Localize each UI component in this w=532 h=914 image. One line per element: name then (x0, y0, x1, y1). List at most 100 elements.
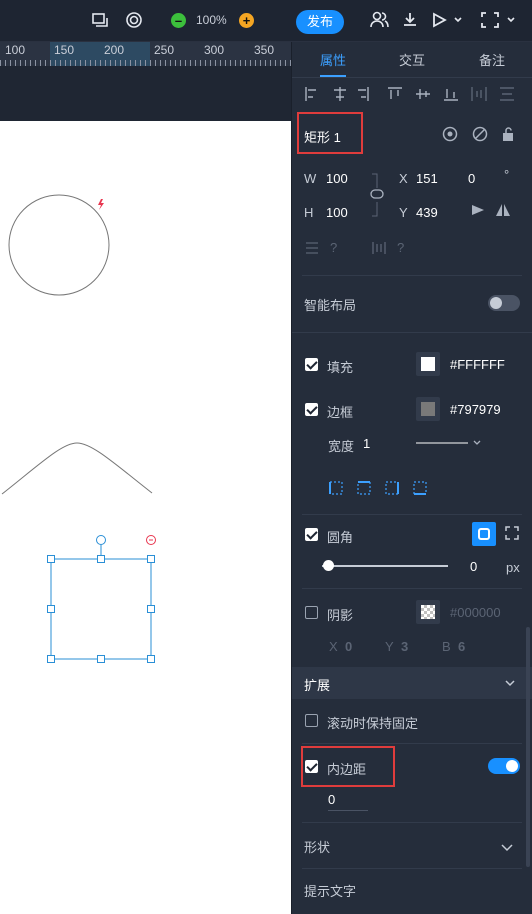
shadow-color-swatch[interactable] (416, 600, 440, 624)
fill-checkbox[interactable] (305, 358, 318, 371)
extend-section-header[interactable]: 扩展 (292, 667, 532, 699)
eye-icon[interactable] (442, 126, 458, 145)
ruler-label: 350 (254, 43, 275, 57)
extend-label: 扩展 (304, 678, 331, 693)
ruler-label: 200 (104, 43, 125, 57)
play-icon[interactable] (430, 10, 466, 30)
properties-panel: 属性 交互 备注 矩形 1 W 100 H 100 X 151 0 ° Y 43… (291, 42, 532, 914)
radius-input[interactable]: 0 (470, 559, 477, 574)
zoom-level: 100% (196, 13, 227, 27)
radius-checkbox[interactable] (305, 528, 318, 541)
divider (292, 332, 532, 333)
circle-shape[interactable] (8, 194, 110, 296)
horizontal-ruler: 100 150 200 250 300 350 (0, 42, 291, 66)
divider (302, 588, 522, 589)
users-icon[interactable] (370, 10, 390, 30)
lightning-icon (98, 199, 104, 210)
padding-checkbox[interactable] (305, 760, 318, 773)
uniform-radius-button[interactable] (472, 522, 496, 546)
tab-properties[interactable]: 属性 (303, 50, 363, 69)
chevron-down-icon[interactable] (504, 676, 516, 692)
shadow-label: 阴影 (327, 608, 354, 623)
scroll-fixed-checkbox[interactable] (305, 714, 318, 727)
fill-color-swatch[interactable] (416, 352, 440, 376)
padding-input-underline (328, 810, 368, 811)
tab-notes[interactable]: 备注 (462, 50, 522, 69)
shadow-y-input[interactable]: 3 (401, 639, 408, 654)
y-input[interactable]: 439 (416, 205, 438, 220)
fill-color-input[interactable]: #FFFFFF (450, 357, 505, 372)
download-icon[interactable] (400, 10, 420, 30)
padding-label: 内边距 (327, 762, 367, 777)
shape-label: 形状 (304, 840, 331, 855)
smart-layout-label: 智能布局 (304, 298, 357, 313)
disable-icon[interactable] (472, 126, 488, 145)
border-style-select[interactable] (416, 436, 486, 450)
divider (302, 868, 522, 869)
canvas-margin (0, 66, 291, 121)
h-label: H (304, 205, 314, 220)
x-input[interactable]: 151 (416, 171, 438, 186)
chevron-down-icon[interactable] (500, 840, 514, 856)
shadow-y-label: Y (385, 639, 394, 654)
border-color-swatch[interactable] (416, 397, 440, 421)
ruler-label: 250 (154, 43, 175, 57)
zoom-out-icon[interactable]: – (171, 13, 186, 28)
unlock-icon[interactable] (500, 126, 516, 145)
scroll-fixed-label: 滚动时保持固定 (327, 716, 419, 731)
x-label: X (399, 171, 408, 186)
tooltip-text-label: 提示文字 (304, 884, 357, 899)
border-width-input[interactable]: 1 (363, 436, 370, 451)
border-checkbox[interactable] (305, 403, 318, 416)
publish-button[interactable]: 发布 (296, 10, 344, 34)
width-input[interactable]: 100 (326, 171, 348, 186)
height-input[interactable]: 100 (326, 205, 348, 220)
rotation-input[interactable]: 0 (468, 171, 475, 186)
padding-input[interactable]: 0 (328, 792, 335, 807)
design-canvas[interactable] (0, 121, 291, 914)
element-name[interactable]: 矩形 1 (304, 127, 341, 146)
divider (302, 275, 522, 276)
distribute-icon (372, 241, 386, 257)
border-color-input[interactable]: #797979 (450, 402, 501, 417)
spacing-value[interactable]: ? (330, 240, 337, 255)
ruler-label: 300 (204, 43, 225, 57)
radius-slider-handle[interactable] (323, 560, 334, 571)
alignment-toolbar[interactable] (304, 86, 524, 102)
flip-horizontal-icon[interactable] (470, 202, 486, 221)
top-toolbar: – 100% + 发布 (0, 0, 532, 42)
curve-shape[interactable] (1, 442, 153, 495)
smart-layout-toggle[interactable] (488, 295, 520, 311)
selected-rectangle[interactable] (47, 535, 155, 663)
radius-label: 圆角 (327, 530, 354, 545)
w-label: W (304, 171, 317, 186)
individual-radius-icon[interactable] (505, 526, 519, 543)
ruler-label: 150 (54, 43, 75, 57)
divider (292, 77, 532, 78)
fullscreen-icon[interactable] (480, 10, 520, 30)
fill-label: 填充 (327, 360, 354, 375)
shadow-checkbox[interactable] (305, 606, 318, 619)
zoom-in-icon[interactable]: + (239, 13, 254, 28)
window-icon[interactable] (90, 10, 110, 30)
shadow-color-input[interactable]: #000000 (450, 605, 501, 620)
radius-unit: px (506, 560, 520, 575)
border-label: 边框 (327, 405, 354, 420)
shadow-b-label: B (442, 639, 451, 654)
border-width-label: 宽度 (328, 439, 355, 454)
tab-interactions[interactable]: 交互 (382, 50, 442, 69)
padding-toggle[interactable] (488, 758, 520, 774)
y-label: Y (399, 205, 408, 220)
divider (302, 822, 522, 823)
radius-handle-icon[interactable] (146, 535, 156, 545)
target-icon[interactable] (124, 10, 144, 30)
shadow-x-input[interactable]: 0 (345, 639, 352, 654)
panel-scrollbar[interactable] (526, 627, 530, 867)
link-ratio-icon[interactable] (369, 172, 385, 221)
shadow-b-input[interactable]: 6 (458, 639, 465, 654)
spacing-value[interactable]: ? (397, 240, 404, 255)
flip-vertical-icon[interactable] (495, 202, 511, 221)
radius-slider-track[interactable] (322, 565, 448, 567)
line-spacing-icon (305, 241, 319, 257)
border-sides-selector[interactable] (328, 480, 432, 496)
